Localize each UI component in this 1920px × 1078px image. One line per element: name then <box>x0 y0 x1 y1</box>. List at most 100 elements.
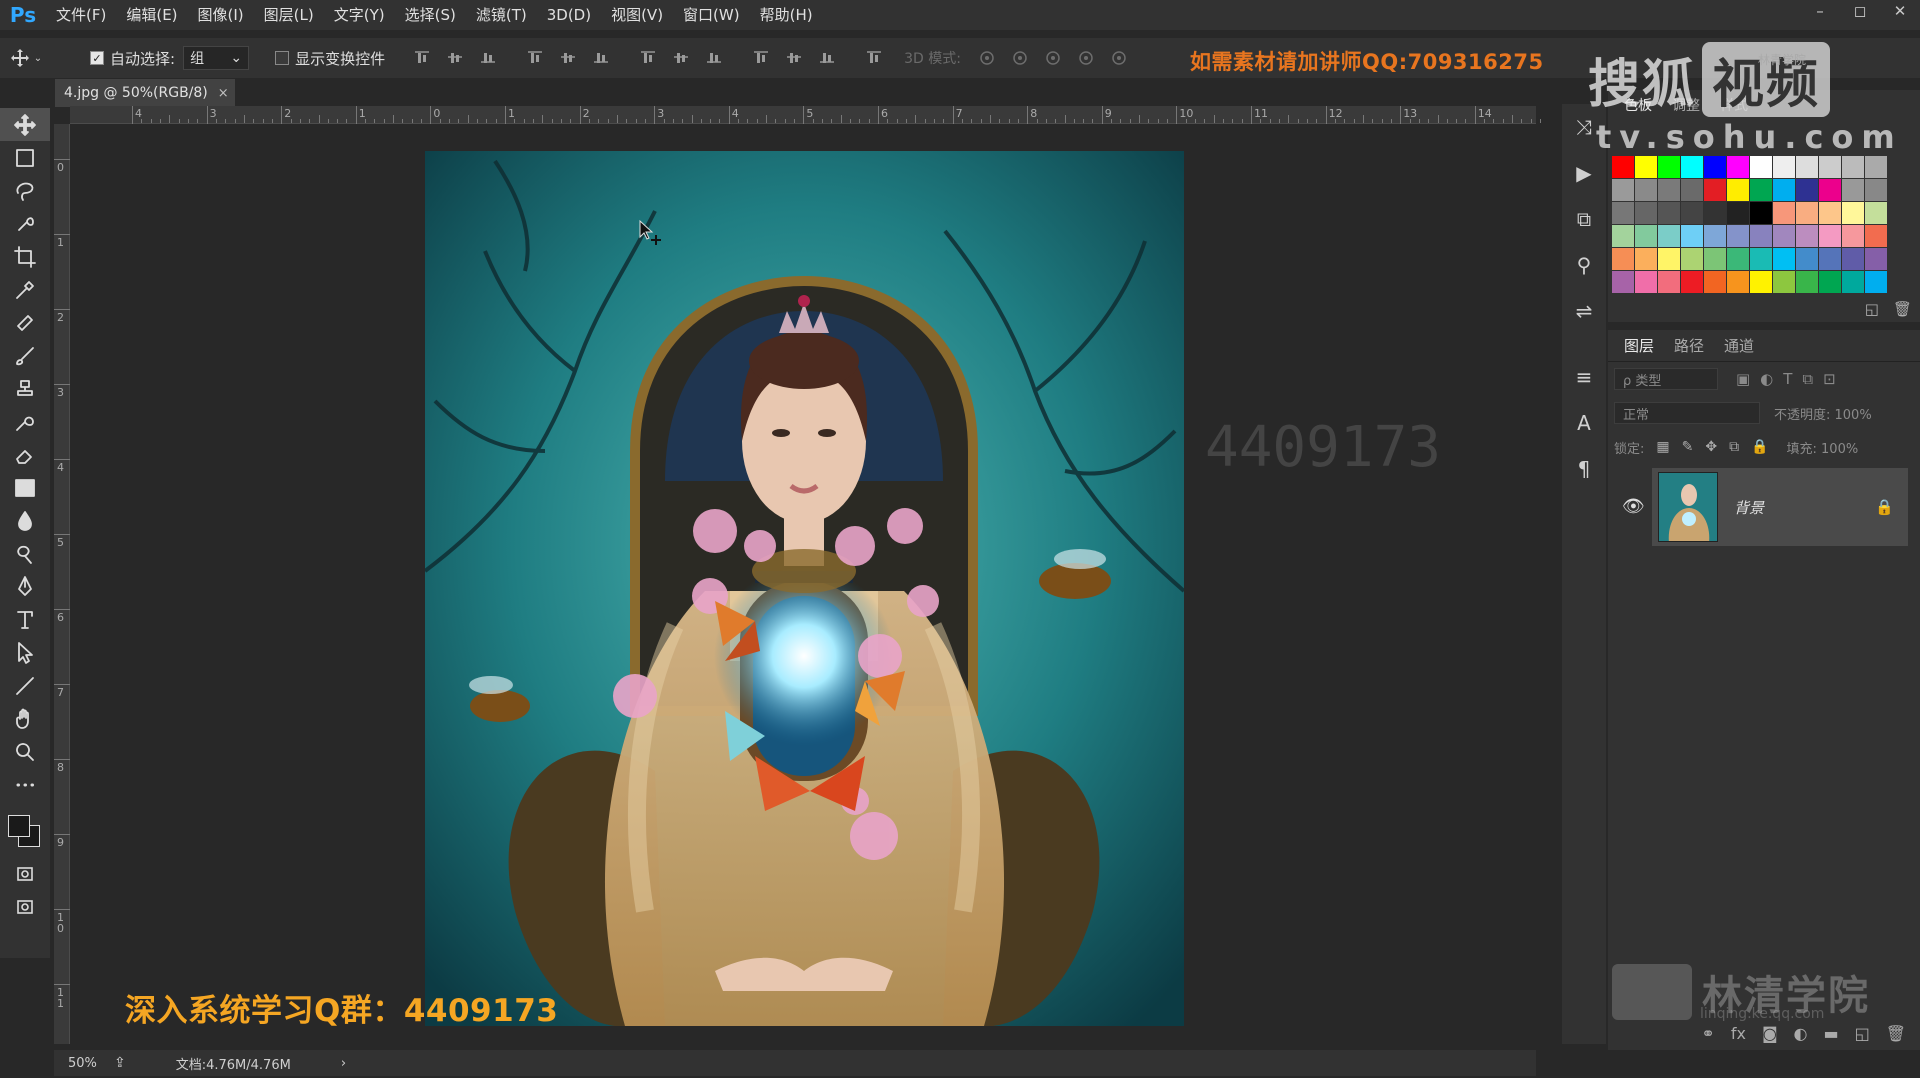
horizontal-ruler[interactable]: 4 3 2 1 0 1 2 3 4 5 6 7 8 9 10 11 12 13 14 <box>70 106 1542 124</box>
pen-tool[interactable] <box>0 570 50 603</box>
document-image[interactable] <box>425 151 1184 1026</box>
color-swatch[interactable] <box>1796 202 1818 224</box>
menu-item[interactable]: 帮助(H) <box>750 0 823 30</box>
color-swatch[interactable] <box>1704 271 1726 293</box>
color-swatch[interactable] <box>1796 156 1818 178</box>
distribute-top-button[interactable] <box>631 38 664 78</box>
color-swatch[interactable] <box>1704 156 1726 178</box>
zoom-level[interactable]: 50% <box>54 1056 114 1071</box>
swatches-panel-icon[interactable]: ⧉ <box>1562 196 1606 242</box>
color-swatch[interactable] <box>1681 248 1703 270</box>
vertical-ruler[interactable]: 0 1 2 3 4 5 6 7 8 9 1 0 1 1 <box>54 124 70 1044</box>
align-vcenter-button[interactable] <box>438 38 471 78</box>
color-swatch[interactable] <box>1842 248 1864 270</box>
color-swatch[interactable] <box>1727 202 1749 224</box>
new-swatch-icon[interactable]: ◱ <box>1865 300 1879 318</box>
distribute-left-button[interactable] <box>744 38 777 78</box>
minimize-button[interactable]: – <box>1800 0 1840 22</box>
type-tool[interactable] <box>0 603 50 636</box>
3d-slide-button[interactable] <box>1070 38 1103 78</box>
color-swatch[interactable] <box>1727 248 1749 270</box>
color-swatch[interactable] <box>1635 179 1657 201</box>
color-swatch[interactable] <box>1727 156 1749 178</box>
color-swatch[interactable] <box>1658 225 1680 247</box>
color-swatch[interactable] <box>1842 179 1864 201</box>
color-swatch[interactable] <box>1681 156 1703 178</box>
color-swatch[interactable] <box>1750 248 1772 270</box>
color-swatch[interactable] <box>1796 179 1818 201</box>
layer-filter-dropdown[interactable]: ρ 类型 <box>1614 368 1718 390</box>
color-swatch[interactable] <box>1750 225 1772 247</box>
auto-select-dropdown[interactable]: 组 ⌄ <box>183 46 250 70</box>
3d-roll-button[interactable] <box>1004 38 1037 78</box>
delete-layer-icon[interactable]: 🗑 <box>1886 1024 1906 1043</box>
menu-item[interactable]: 选择(S) <box>395 0 466 30</box>
color-swatch[interactable] <box>1842 271 1864 293</box>
3d-pan-button[interactable] <box>1037 38 1070 78</box>
share-icon[interactable]: ⇪ <box>114 1055 126 1071</box>
blend-mode-dropdown[interactable]: 正常 <box>1614 402 1760 424</box>
more-tools[interactable] <box>0 768 50 801</box>
color-swatch[interactable] <box>1819 202 1841 224</box>
color-swatch[interactable] <box>1612 202 1634 224</box>
link-layers-icon[interactable]: ⚭ <box>1701 1024 1714 1043</box>
color-swatch[interactable] <box>1658 271 1680 293</box>
restore-button[interactable]: ◻ <box>1840 0 1880 22</box>
align-left-button[interactable] <box>518 38 551 78</box>
align-right-button[interactable] <box>584 38 617 78</box>
3d-scale-button[interactable] <box>1103 38 1136 78</box>
color-swatch[interactable] <box>1796 271 1818 293</box>
clone-stamp-tool[interactable] <box>0 372 50 405</box>
delete-swatch-icon[interactable]: 🗑 <box>1893 300 1912 318</box>
layer-style-icon[interactable]: fx <box>1731 1024 1746 1043</box>
move-tool-preset-picker[interactable]: ⌄ <box>0 38 52 78</box>
color-swatch[interactable] <box>1704 202 1726 224</box>
align-bottom-button[interactable] <box>471 38 504 78</box>
distribute-hcenter-button[interactable] <box>777 38 810 78</box>
show-transform-option[interactable]: 显示变换控件 <box>275 48 385 69</box>
color-swatch[interactable] <box>1773 156 1795 178</box>
fill-control[interactable]: 填充: 100% <box>1787 438 1859 457</box>
auto-select-option[interactable]: ✓ 自动选择: 组 ⌄ <box>90 46 250 70</box>
color-swatch[interactable] <box>1865 248 1887 270</box>
document-tab[interactable]: 4.jpg @ 50%(RGB/8) × <box>55 79 235 107</box>
color-swatch[interactable] <box>1796 225 1818 247</box>
color-swatch[interactable] <box>1865 179 1887 201</box>
color-swatch[interactable] <box>1681 179 1703 201</box>
color-swatch[interactable] <box>1658 248 1680 270</box>
zoom-tool[interactable] <box>0 735 50 768</box>
color-swatch[interactable] <box>1704 225 1726 247</box>
auto-select-checkbox[interactable]: ✓ <box>90 51 104 65</box>
3d-orbit-button[interactable] <box>971 38 1004 78</box>
opacity-control[interactable]: 不透明度: 100% <box>1774 404 1872 423</box>
brush-tool[interactable] <box>0 339 50 372</box>
color-swatch[interactable] <box>1635 248 1657 270</box>
color-swatch[interactable] <box>1865 156 1887 178</box>
menu-item[interactable]: 文字(Y) <box>324 0 395 30</box>
color-swatch[interactable] <box>1635 225 1657 247</box>
color-picker-swatches[interactable] <box>0 801 50 857</box>
color-swatch[interactable] <box>1612 248 1634 270</box>
color-swatch[interactable] <box>1865 202 1887 224</box>
new-layer-icon[interactable]: ◱ <box>1855 1024 1870 1043</box>
color-swatch[interactable] <box>1773 225 1795 247</box>
menu-item[interactable]: 窗口(W) <box>673 0 750 30</box>
status-menu-arrow[interactable]: › <box>341 1056 346 1071</box>
color-swatch[interactable] <box>1750 179 1772 201</box>
color-swatch[interactable] <box>1658 202 1680 224</box>
quick-mask-button[interactable] <box>0 857 50 890</box>
layer-filter-icons[interactable]: ▣◐T⧉⊡ <box>1736 370 1846 388</box>
color-swatch[interactable] <box>1773 179 1795 201</box>
hand-tool[interactable] <box>0 702 50 735</box>
color-swatch[interactable] <box>1842 156 1864 178</box>
new-group-icon[interactable]: ▬ <box>1823 1024 1838 1043</box>
adjustments-icon[interactable]: ⇌ <box>1562 288 1606 334</box>
adjustment-layer-icon[interactable]: ◐ <box>1793 1024 1807 1043</box>
color-swatch[interactable] <box>1704 248 1726 270</box>
color-swatch[interactable] <box>1750 156 1772 178</box>
align-top-button[interactable] <box>405 38 438 78</box>
color-swatch[interactable] <box>1635 156 1657 178</box>
color-swatch[interactable] <box>1750 271 1772 293</box>
color-swatch[interactable] <box>1773 202 1795 224</box>
eyedropper-tool[interactable] <box>0 273 50 306</box>
